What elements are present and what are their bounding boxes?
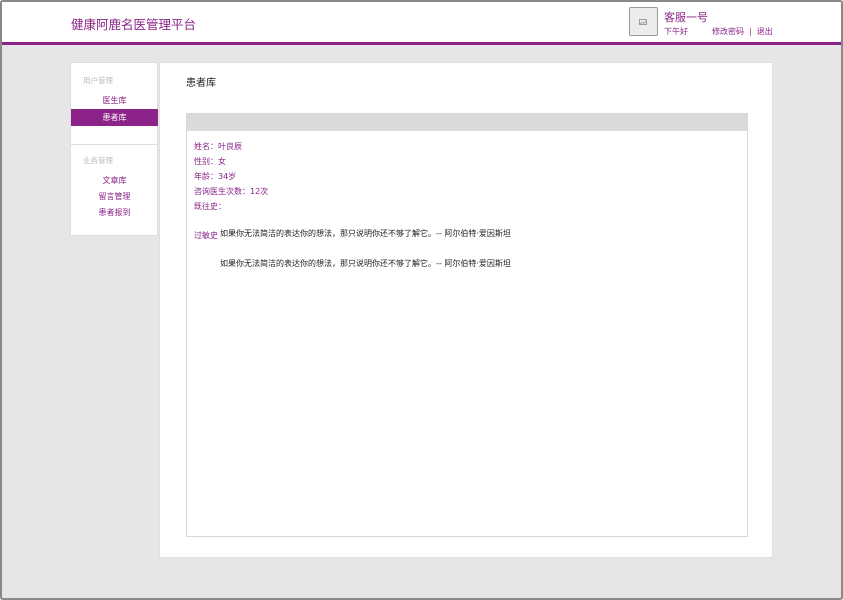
allergy-history-label: 过敏史 [194,231,218,240]
sidebar-group-business-management: 业务管理 [83,156,113,165]
sidebar: 用户管理 医生库 患者库 业务管理 文章库 留言管理 患者报到 [70,62,158,236]
image-placeholder-icon [639,19,647,25]
patient-detail-panel: 姓名：叶良辰 性别：女 年龄：34岁 咨询医生次数：12次 既往史： 过敏史 如… [186,113,748,537]
main-content: 患者库 姓名：叶良辰 性别：女 年龄：34岁 咨询医生次数：12次 既往史： 过… [159,62,773,558]
sidebar-group-user-management: 用户管理 [83,76,113,85]
account-links: 修改密码 | 退出 [712,26,773,37]
sidebar-item-patients[interactable]: 患者库 [71,109,158,126]
allergy-history-text: 如果你无法简洁的表达你的想法，那只说明你还不够了解它。-- 阿尔伯特·爱因斯坦 [220,229,511,238]
top-header: 健康阿鹿名医管理平台 客服一号 下午好 修改密码 | 退出 [2,2,841,45]
allergy-history-text: 如果你无法简洁的表达你的想法，那只说明你还不够了解它。-- 阿尔伯特·爱因斯坦 [220,259,511,268]
link-separator: | [749,27,752,36]
patient-age: 年龄：34岁 [194,172,237,181]
patient-gender: 性别：女 [194,157,226,166]
greeting-text: 下午好 [664,27,688,36]
username: 客服一号 [664,11,708,24]
change-password-link[interactable]: 修改密码 [712,27,744,36]
avatar[interactable] [629,7,658,36]
panel-header-bar [187,114,747,131]
sidebar-divider [71,144,157,145]
brand-title: 健康阿鹿名医管理平台 [71,17,197,32]
sidebar-item-doctors[interactable]: 医生库 [71,92,158,109]
sidebar-item-messages[interactable]: 留言管理 [71,188,158,205]
page-title: 患者库 [186,78,216,89]
sidebar-item-articles[interactable]: 文章库 [71,172,158,189]
sidebar-item-patient-checkin[interactable]: 患者报到 [71,204,158,221]
patient-name: 姓名：叶良辰 [194,142,242,151]
patient-medical-history: 既往史： [194,202,226,211]
patient-consult-count: 咨询医生次数：12次 [194,187,269,196]
logout-link[interactable]: 退出 [757,27,773,36]
